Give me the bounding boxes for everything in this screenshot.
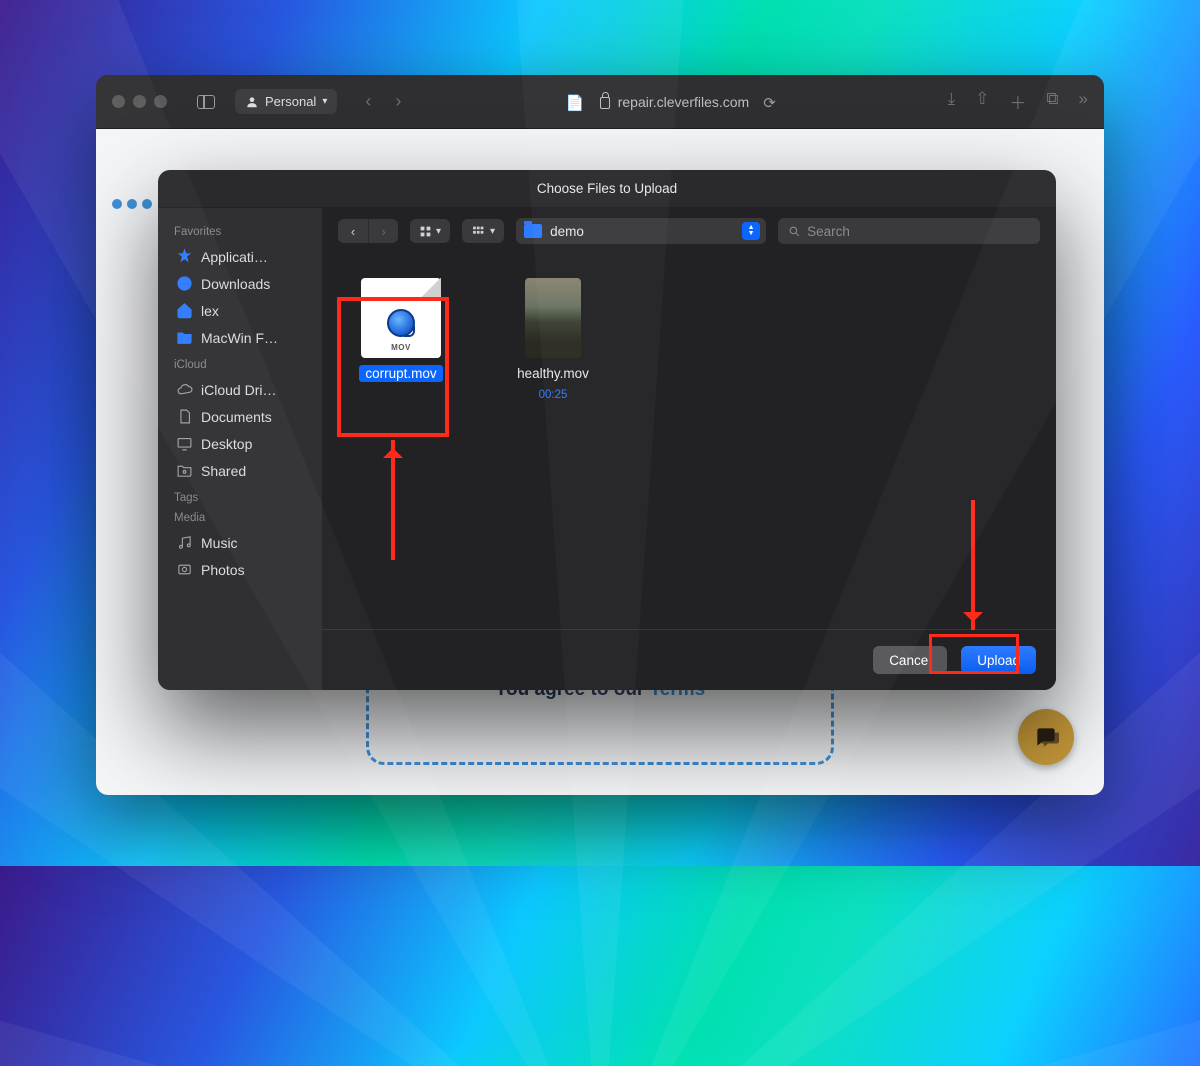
lock-icon bbox=[600, 97, 610, 109]
sidebar-item-label: Downloads bbox=[201, 276, 270, 292]
cancel-button[interactable]: Cancel bbox=[873, 646, 947, 674]
sidebar-item-label: lex bbox=[201, 303, 219, 319]
profile-label: Personal bbox=[265, 94, 316, 109]
search-icon bbox=[788, 225, 801, 238]
file-item[interactable]: MOV corrupt.mov bbox=[346, 278, 456, 382]
nav-back-icon[interactable]: ‹ bbox=[365, 91, 371, 112]
sidebar-item-documents[interactable]: Documents bbox=[172, 403, 322, 430]
window-traffic-lights[interactable] bbox=[112, 95, 167, 108]
path-updown-icon[interactable]: ▲▼ bbox=[742, 222, 760, 240]
sidebar-item-music[interactable]: Music bbox=[172, 529, 322, 556]
address-bar[interactable]: repair.cleverfiles.com bbox=[600, 94, 750, 110]
folder-icon bbox=[524, 224, 542, 238]
sidebar-item-applications[interactable]: Applicati… bbox=[172, 243, 322, 270]
upload-button[interactable]: Upload bbox=[961, 646, 1036, 674]
file-browser-area[interactable]: MOV corrupt.mov healthy.mov 00:25 bbox=[322, 254, 1056, 629]
sidebar-heading-tags: Tags bbox=[174, 492, 322, 504]
sidebar-item-shared[interactable]: Shared bbox=[172, 457, 322, 484]
cloud-icon bbox=[176, 381, 193, 398]
sidebar-item-label: Shared bbox=[201, 463, 246, 479]
file-ext-badge: MOV bbox=[391, 343, 411, 352]
path-control[interactable]: demo ▲▼ bbox=[516, 218, 766, 244]
folder-icon bbox=[176, 329, 193, 346]
person-icon bbox=[245, 95, 259, 109]
browser-toolbar: Personal ▾ ‹ › 📄 repair.cleverfiles.com … bbox=[96, 75, 1104, 129]
downloads-icon[interactable]: ⤓ bbox=[948, 89, 956, 114]
chevron-down-icon: ▾ bbox=[490, 226, 495, 237]
sidebar-item-label: MacWin F… bbox=[201, 330, 278, 346]
nav-forward-icon[interactable]: › bbox=[395, 91, 401, 112]
grid-icon bbox=[419, 225, 432, 238]
sidebar-item-photos[interactable]: Photos bbox=[172, 556, 322, 583]
desktop-icon bbox=[176, 435, 193, 452]
file-open-dialog: Choose Files to Upload Favorites Applica… bbox=[158, 170, 1056, 690]
search-field[interactable]: Search bbox=[778, 218, 1040, 244]
address-text: repair.cleverfiles.com bbox=[618, 94, 750, 110]
dialog-footer: Cancel Upload bbox=[322, 629, 1056, 690]
share-icon[interactable]: ⇧ bbox=[975, 89, 989, 114]
home-icon bbox=[176, 302, 193, 319]
back-button[interactable]: ‹ bbox=[338, 219, 368, 243]
sidebar-heading-favorites: Favorites bbox=[174, 226, 322, 238]
chat-button[interactable] bbox=[1018, 709, 1074, 765]
nav-back-forward[interactable]: ‹ › bbox=[338, 219, 398, 243]
dialog-toolbar: ‹ › ▾ ▾ demo ▲▼ Search bbox=[322, 208, 1056, 254]
file-name: corrupt.mov bbox=[359, 365, 442, 382]
forward-button[interactable]: › bbox=[368, 219, 398, 243]
sidebar-item-label: Applicati… bbox=[201, 249, 268, 265]
sidebar-item-icloud-drive[interactable]: iCloud Dri… bbox=[172, 376, 322, 403]
file-name: healthy.mov bbox=[511, 365, 595, 382]
sidebar-item-macwin[interactable]: MacWin F… bbox=[172, 324, 322, 351]
list-grid-icon bbox=[471, 225, 486, 238]
sidebar-item-label: iCloud Dri… bbox=[201, 382, 276, 398]
new-tab-icon[interactable]: ＋ bbox=[1009, 89, 1026, 114]
profile-pill[interactable]: Personal ▾ bbox=[235, 89, 337, 114]
chevron-down-icon: ▾ bbox=[436, 226, 441, 237]
photos-icon bbox=[176, 561, 193, 578]
sidebar-item-label: Documents bbox=[201, 409, 272, 425]
sidebar-heading-media: Media bbox=[174, 512, 322, 524]
reload-icon[interactable]: ⟳ bbox=[763, 94, 783, 110]
sidebar-item-downloads[interactable]: Downloads bbox=[172, 270, 322, 297]
sidebar-item-desktop[interactable]: Desktop bbox=[172, 430, 322, 457]
group-by-button[interactable]: ▾ bbox=[462, 219, 504, 243]
reader-icon[interactable]: 📄 bbox=[566, 94, 586, 110]
chevron-down-icon: ▾ bbox=[322, 96, 327, 107]
sidebar-toggle-icon[interactable] bbox=[197, 95, 215, 109]
sidebar-item-home[interactable]: lex bbox=[172, 297, 322, 324]
sidebar-heading-icloud: iCloud bbox=[174, 359, 322, 371]
shared-folder-icon bbox=[176, 462, 193, 479]
file-duration: 00:25 bbox=[539, 389, 568, 401]
quicktime-icon bbox=[387, 309, 415, 337]
apps-icon bbox=[176, 248, 193, 265]
file-thumbnail bbox=[525, 278, 581, 358]
downloads-icon bbox=[176, 275, 193, 292]
search-placeholder: Search bbox=[807, 224, 850, 239]
site-logo bbox=[112, 199, 152, 209]
music-icon bbox=[176, 534, 193, 551]
sidebar-item-label: Music bbox=[201, 535, 238, 551]
dialog-sidebar: Favorites Applicati… Downloads lex MacWi… bbox=[158, 208, 322, 690]
file-item[interactable]: healthy.mov 00:25 bbox=[498, 278, 608, 401]
dialog-title: Choose Files to Upload bbox=[158, 170, 1056, 208]
path-label: demo bbox=[550, 224, 584, 239]
sidebar-item-label: Desktop bbox=[201, 436, 252, 452]
tabs-icon[interactable]: ⧉ bbox=[1046, 89, 1058, 114]
document-icon bbox=[176, 408, 193, 425]
overflow-icon[interactable]: » bbox=[1079, 89, 1088, 114]
view-mode-icons[interactable]: ▾ bbox=[410, 219, 450, 243]
chat-icon bbox=[1033, 724, 1059, 750]
sidebar-item-label: Photos bbox=[201, 562, 245, 578]
file-thumbnail: MOV bbox=[361, 278, 441, 358]
